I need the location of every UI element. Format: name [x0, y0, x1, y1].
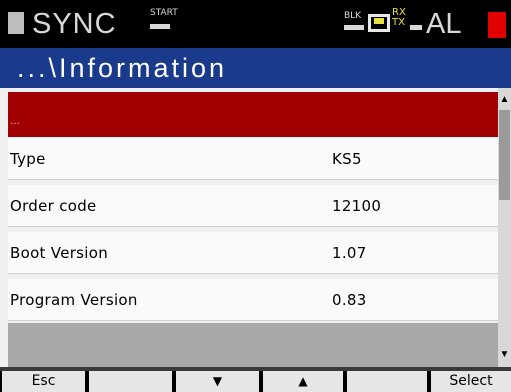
- start-indicator-bar: [150, 24, 170, 29]
- rx-tx-bar: [410, 25, 422, 30]
- list-item-order-code[interactable]: Order code 12100: [8, 185, 498, 227]
- row-value: 0.83: [332, 291, 367, 309]
- row-label: Type: [10, 150, 46, 168]
- arrow-up-icon[interactable]: ▲: [498, 92, 511, 108]
- info-list: ... Type KS5 Order code 12100 Boot Versi…: [0, 88, 498, 367]
- alarm-indicator: [488, 12, 506, 38]
- down-button[interactable]: ▼: [176, 371, 259, 392]
- list-header-row[interactable]: ...: [8, 92, 498, 137]
- list-item-program-version[interactable]: Program Version 0.83: [8, 279, 498, 321]
- softkey-5-button[interactable]: [347, 371, 427, 392]
- title-bar: ...\Information: [0, 48, 511, 88]
- list-empty-area: [8, 323, 498, 367]
- start-label: START: [150, 8, 178, 18]
- row-label: Boot Version: [10, 244, 109, 262]
- scroll-thumb[interactable]: [499, 110, 510, 200]
- row-value: 1.07: [332, 244, 367, 262]
- status-indicator: [8, 12, 24, 34]
- alarm-label: AL: [426, 8, 462, 40]
- sync-label: SYNC: [32, 8, 117, 40]
- softkey-2-button[interactable]: [89, 371, 172, 392]
- blk-label: BLK: [344, 11, 362, 21]
- blk-box-fill: [374, 18, 384, 24]
- row-value: KS5: [332, 150, 362, 168]
- arrow-down-icon[interactable]: ▼: [498, 347, 511, 363]
- list-header-text: ...: [10, 113, 21, 127]
- esc-button[interactable]: Esc: [2, 371, 85, 392]
- softkey-bar: Esc ▼ ▲ Select: [0, 371, 511, 392]
- row-label: Program Version: [10, 291, 138, 309]
- status-bar: SYNC START BLK RX TX AL: [0, 0, 511, 48]
- select-button[interactable]: Select: [431, 371, 511, 392]
- row-value: 12100: [332, 197, 382, 215]
- up-button[interactable]: ▲: [263, 371, 343, 392]
- scrollbar[interactable]: ▲ ▼: [498, 88, 511, 367]
- row-label: Order code: [10, 197, 97, 215]
- tx-label: TX: [392, 17, 405, 28]
- blk-indicator-bar: [344, 25, 364, 30]
- list-item-type[interactable]: Type KS5: [8, 138, 498, 180]
- list-item-boot-version[interactable]: Boot Version 1.07: [8, 232, 498, 274]
- page-title: ...\Information: [17, 53, 228, 83]
- rx-tx-indicator: RX TX: [392, 8, 406, 28]
